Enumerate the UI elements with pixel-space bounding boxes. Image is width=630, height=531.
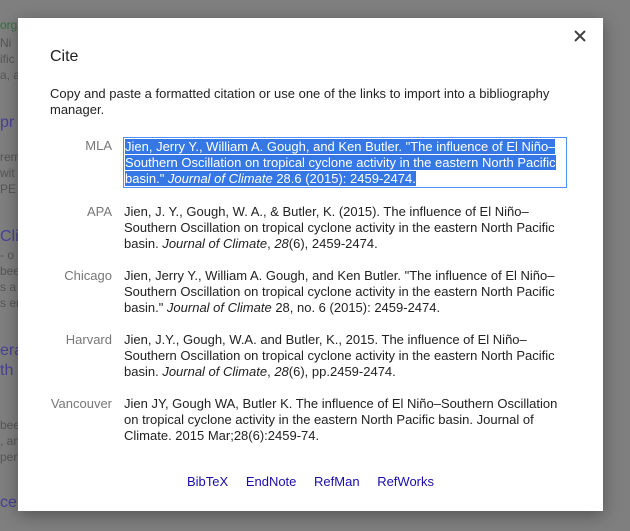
citation-text-chicago[interactable]: Jien, Jerry Y., William A. Gough, and Ke… [124, 268, 564, 316]
bg-fragment: org [0, 18, 18, 32]
journal-name: Journal of Climate [167, 171, 273, 186]
citation-text-part: (6), 2459-2474. [288, 236, 378, 251]
citation-text-part: (6), pp.2459-2474. [288, 364, 396, 379]
bg-fragment: Cli [0, 228, 19, 245]
citation-text-part: 28.6 (2015): 2459-2474. [272, 171, 416, 186]
bibtex-link[interactable]: BibTeX [187, 474, 228, 489]
bg-fragment: s er [0, 296, 21, 310]
bg-fragment: wit [0, 166, 15, 180]
bg-fragment: , an [0, 434, 21, 448]
bg-fragment: - o [0, 248, 15, 262]
citation-text-harvard[interactable]: Jien, J.Y., Gough, W.A. and Butler, K., … [124, 332, 564, 380]
import-links: BibTeX EndNote RefMan RefWorks [18, 474, 603, 489]
citation-row-vancouver: Vancouver Jien JY, Gough WA, Butler K. T… [50, 396, 580, 444]
bg-fragment: th [0, 362, 14, 379]
bg-fragment: ific [0, 52, 15, 66]
citation-text-mla[interactable]: Jien, Jerry Y., William A. Gough, and Ke… [123, 137, 567, 188]
volume-number: 28 [274, 236, 289, 251]
bg-fragment: ce [0, 494, 17, 511]
endnote-link[interactable]: EndNote [246, 474, 297, 489]
citation-list: MLA Jien, Jerry Y., William A. Gough, an… [50, 137, 580, 460]
journal-name: Journal of Climate [162, 236, 268, 251]
citation-text-vancouver[interactable]: Jien JY, Gough WA, Butler K. The influen… [124, 396, 564, 444]
refman-link[interactable]: RefMan [314, 474, 360, 489]
close-icon[interactable] [571, 26, 589, 46]
dialog-intro: Copy and paste a formatted citation or u… [50, 86, 550, 117]
citation-style-label: Harvard [65, 332, 112, 347]
bg-fragment: s a [0, 280, 17, 294]
citation-text-part: 28, no. 6 (2015): 2459-2474. [271, 300, 441, 315]
citation-style-label: Chicago [64, 268, 112, 283]
bg-fragment: per [0, 450, 18, 464]
citation-row-apa: APA Jien, J. Y., Gough, W. A., & Butler,… [50, 204, 580, 252]
citation-text-apa[interactable]: Jien, J. Y., Gough, W. A., & Butler, K. … [124, 204, 564, 252]
journal-name: Journal of Climate [166, 300, 272, 315]
citation-row-mla: MLA Jien, Jerry Y., William A. Gough, an… [50, 137, 580, 188]
dialog-title: Cite [50, 48, 79, 65]
citation-style-label: APA [86, 204, 112, 219]
volume-number: 28 [274, 364, 289, 379]
citation-row-chicago: Chicago Jien, Jerry Y., William A. Gough… [50, 268, 580, 316]
bg-fragment: a, a [0, 68, 21, 82]
refworks-link[interactable]: RefWorks [377, 474, 434, 489]
citation-style-label: Vancouver [50, 396, 112, 411]
cite-dialog: Cite Copy and paste a formatted citation… [18, 18, 603, 511]
bg-fragment: Ni [0, 36, 12, 50]
bg-fragment: pr [0, 114, 15, 131]
citation-row-harvard: Harvard Jien, J.Y., Gough, W.A. and Butl… [50, 332, 580, 380]
citation-style-label: MLA [85, 138, 112, 153]
journal-name: Journal of Climate [162, 364, 268, 379]
bg-fragment: PE [0, 182, 17, 196]
